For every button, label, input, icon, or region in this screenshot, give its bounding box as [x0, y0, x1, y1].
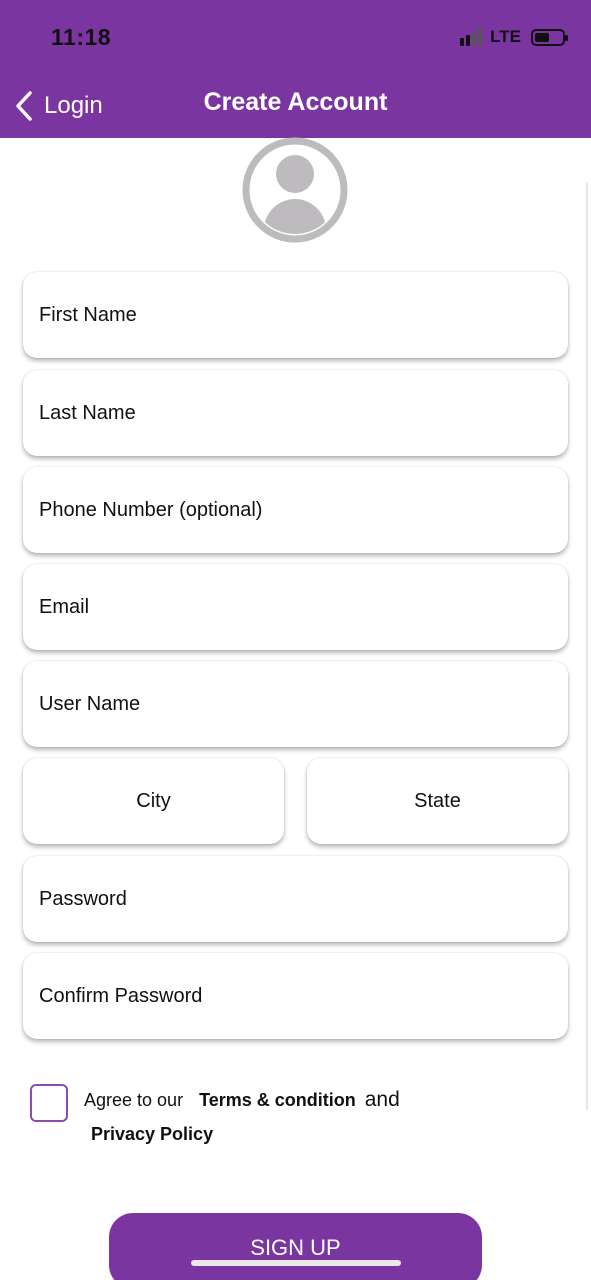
last-name-input[interactable]: Last Name: [23, 370, 568, 456]
confirm-password-placeholder: Confirm Password: [39, 984, 203, 1007]
phone-number-input[interactable]: Phone Number (optional): [23, 467, 568, 553]
first-name-placeholder: First Name: [39, 303, 137, 326]
email-input[interactable]: Email: [23, 564, 568, 650]
last-name-placeholder: Last Name: [39, 401, 136, 424]
status-time: 11:18: [51, 24, 112, 50]
username-input[interactable]: User Name: [23, 661, 568, 747]
scrollbar[interactable]: [586, 182, 588, 1110]
password-placeholder: Password: [39, 887, 127, 910]
agree-checkbox[interactable]: [30, 1084, 68, 1122]
username-placeholder: User Name: [39, 692, 141, 715]
state-placeholder: State: [414, 789, 461, 812]
agreement-prefix: Agree to our: [84, 1090, 184, 1110]
state-input[interactable]: State: [307, 758, 568, 844]
agreement-text: Agree to our Terms & condition and: [84, 1088, 400, 1112]
city-placeholder: City: [136, 789, 171, 812]
page-title: Create Account: [203, 88, 388, 116]
signup-label: SIGN UP: [250, 1235, 341, 1260]
phone-number-placeholder: Phone Number (optional): [39, 498, 263, 521]
password-input[interactable]: Password: [23, 856, 568, 942]
city-input[interactable]: City: [23, 758, 284, 844]
confirm-password-input[interactable]: Confirm Password: [23, 953, 568, 1039]
nav-bar: 11:18 LTE Login Create Account: [0, 0, 591, 138]
avatar-placeholder-icon[interactable]: [242, 137, 348, 243]
first-name-input[interactable]: First Name: [23, 272, 568, 358]
status-indicators: LTE: [460, 27, 568, 47]
agreement-and: and: [364, 1088, 400, 1111]
terms-link[interactable]: Terms & condition: [199, 1090, 356, 1111]
home-indicator: [191, 1260, 401, 1266]
email-placeholder: Email: [39, 595, 90, 618]
battery-icon: [531, 28, 568, 46]
network-type: LTE: [490, 27, 521, 46]
signup-button[interactable]: SIGN UP: [109, 1213, 482, 1280]
privacy-policy-link[interactable]: Privacy Policy: [91, 1124, 213, 1145]
signal-icon: [460, 28, 483, 46]
